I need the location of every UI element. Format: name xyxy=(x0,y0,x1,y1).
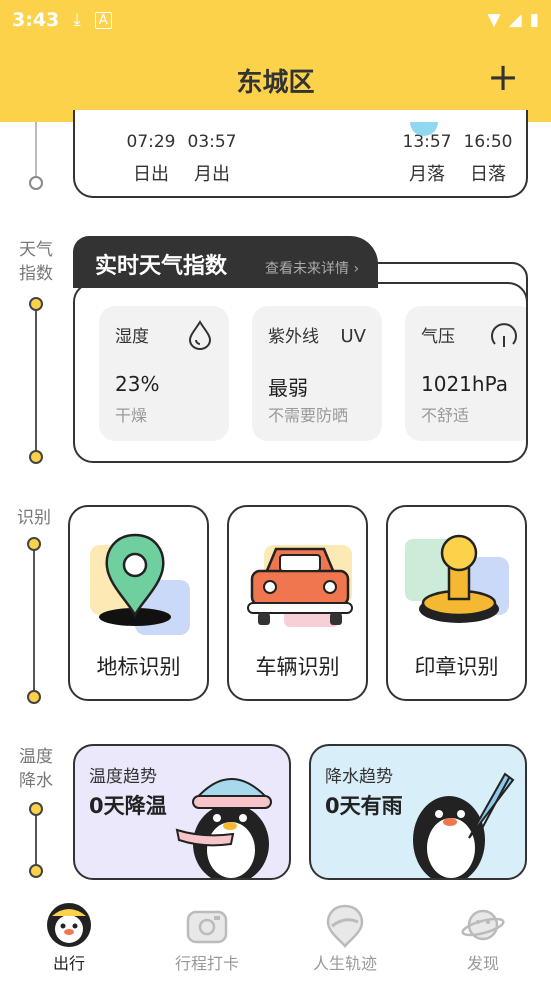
sun-moon-card: 07:29 日出 03:57 月出 13:57 月落 16:50 日落 xyxy=(73,110,528,198)
nav-label: 发现 xyxy=(466,954,499,973)
section-label-line: 天气 xyxy=(19,240,53,260)
moonset-item: 13:57 月落 xyxy=(397,132,457,186)
add-city-button[interactable]: + xyxy=(485,58,521,98)
moonrise-label: 月出 xyxy=(194,164,230,185)
tile-name: 气压 xyxy=(421,327,455,347)
map-pin-icon xyxy=(90,533,190,635)
bottom-nav: 出行 行程打卡 人生轨迹 发现 xyxy=(0,888,551,981)
tile-value: 23% xyxy=(115,372,160,396)
section-label-weather: 天气 指数 xyxy=(16,238,56,286)
rec-label: 地标识别 xyxy=(96,655,181,679)
nav-label: 出行 xyxy=(52,954,85,973)
weather-index-tab: 实时天气指数 查看未来详情 › xyxy=(73,236,378,288)
section-label-line: 降水 xyxy=(19,771,53,791)
car-icon xyxy=(247,545,353,627)
track-pin-icon xyxy=(326,904,364,948)
tile-name: 湿度 xyxy=(115,327,149,347)
tile-name: 紫外线 xyxy=(268,327,319,347)
moonrise-item: 03:57 月出 xyxy=(182,132,242,186)
sunrise-item: 07:29 日出 xyxy=(121,132,181,186)
timeline-rail xyxy=(35,122,37,178)
timeline-dot xyxy=(29,802,43,816)
sunset-label: 日落 xyxy=(470,164,506,185)
rec-label: 车辆识别 xyxy=(255,655,340,679)
status-bar: 3:43 ⤓ A ▼ ◢ ▮ xyxy=(12,6,539,34)
tile-desc: 不舒适 xyxy=(421,406,470,425)
sunset-time: 16:50 xyxy=(463,132,513,152)
top-bar: 3:43 ⤓ A ▼ ◢ ▮ 东城区 + xyxy=(0,0,551,122)
download-icon: ⤓ xyxy=(73,10,81,30)
tile-desc: 不需要防晒 xyxy=(268,406,349,425)
trend-title: 降水趋势 xyxy=(325,767,393,787)
weather-index-card: 湿度 23% 干燥 紫外线 UV 最弱 不需要防晒 气压 1021hPa 不舒适 xyxy=(73,282,528,463)
trend-value: 0天有雨 xyxy=(325,794,403,818)
vehicle-recognition-button[interactable]: 车辆识别 xyxy=(227,505,368,701)
uv-tile[interactable]: 紫外线 UV 最弱 不需要防晒 xyxy=(252,306,382,441)
nav-item-travel[interactable]: 出行 xyxy=(0,888,138,981)
tile-desc: 干燥 xyxy=(115,406,148,425)
timeline-dot xyxy=(29,176,43,190)
trend-value: 0天降温 xyxy=(89,794,167,818)
notification-a-icon: A xyxy=(94,11,112,29)
section-label-line: 指数 xyxy=(19,264,53,284)
timeline-rail xyxy=(33,548,35,694)
trend-title: 温度趋势 xyxy=(89,767,157,787)
water-drop-icon xyxy=(187,320,213,355)
section-label-trend: 温度 降水 xyxy=(16,745,56,793)
timeline-dot xyxy=(27,537,41,551)
section-label-line: 温度 xyxy=(19,747,53,767)
sunrise-label: 日出 xyxy=(133,164,169,185)
uv-icon: UV xyxy=(340,326,367,347)
weather-index-title: 实时天气指数 xyxy=(95,254,228,279)
temperature-trend-card[interactable]: 温度趋势 0天降温 xyxy=(73,744,291,880)
rain-trend-card[interactable]: 降水趋势 0天有雨 xyxy=(309,744,527,880)
tile-value: 1021hPa xyxy=(421,372,508,396)
timeline-dot xyxy=(29,450,43,464)
rec-label: 印章识别 xyxy=(414,655,499,679)
nav-item-checkin[interactable]: 行程打卡 xyxy=(138,888,276,981)
status-time: 3:43 xyxy=(12,9,60,31)
timeline-rail xyxy=(35,308,37,456)
pressure-tile[interactable]: 气压 1021hPa 不舒适 xyxy=(405,306,526,441)
moonset-label: 月落 xyxy=(409,164,445,185)
sunrise-time: 07:29 xyxy=(126,132,176,152)
nav-item-life-track[interactable]: 人生轨迹 xyxy=(276,888,414,981)
tile-value: 最弱 xyxy=(268,376,308,400)
nav-label: 行程打卡 xyxy=(174,954,239,973)
stamp-recognition-button[interactable]: 印章识别 xyxy=(386,505,527,701)
pressure-gauge-icon xyxy=(489,320,519,355)
section-label-recognition: 识别 xyxy=(17,508,51,528)
timeline-dot xyxy=(27,690,41,704)
timeline-dot xyxy=(29,864,43,878)
penguin-umbrella-icon xyxy=(413,772,515,878)
page-title: 东城区 xyxy=(236,68,315,98)
nav-item-discover[interactable]: 发现 xyxy=(414,888,551,981)
moonrise-time: 03:57 xyxy=(187,132,237,152)
battery-icon: ▮ xyxy=(529,10,539,30)
timeline-dot xyxy=(29,297,43,311)
penguin-icon xyxy=(47,903,91,947)
nav-label: 人生轨迹 xyxy=(312,954,377,973)
planet-icon xyxy=(461,909,505,941)
penguin-scarf-icon xyxy=(175,778,272,878)
weather-more-link[interactable]: 查看未来详情 › xyxy=(265,258,359,278)
timeline-rail xyxy=(35,812,37,868)
landmark-recognition-button[interactable]: 地标识别 xyxy=(68,505,209,701)
camera-checkin-icon xyxy=(186,910,228,944)
signal-icon: ◢ xyxy=(508,10,522,30)
humidity-tile[interactable]: 湿度 23% 干燥 xyxy=(99,306,229,441)
stamp-icon xyxy=(405,534,509,623)
sunset-item: 16:50 日落 xyxy=(458,132,518,186)
wifi-icon: ▼ xyxy=(487,10,501,30)
